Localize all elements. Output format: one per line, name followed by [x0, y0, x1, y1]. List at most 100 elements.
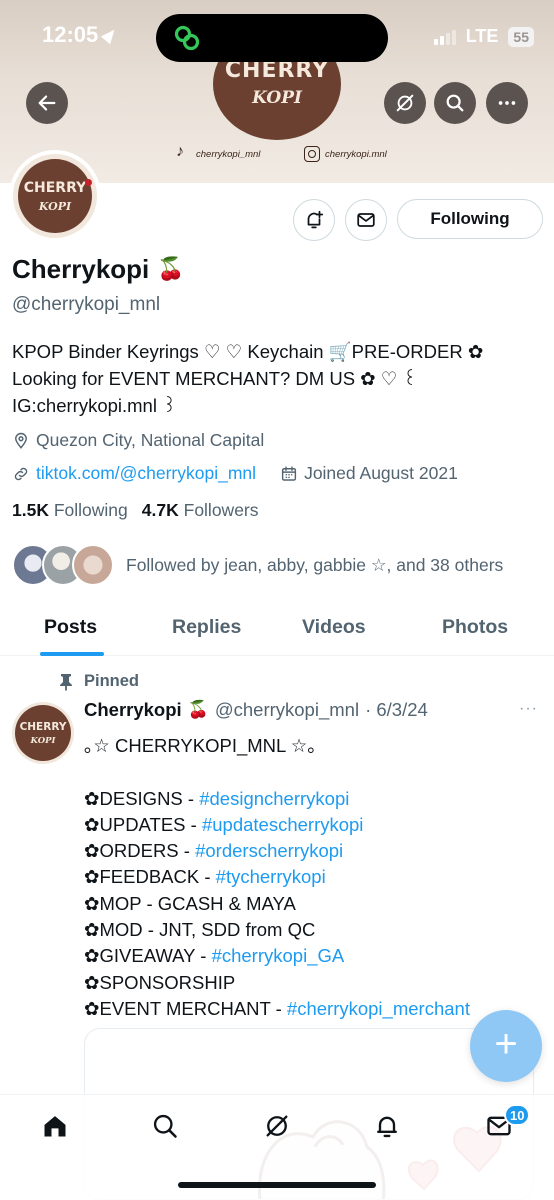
post-line-text: ✿UPDATES -: [84, 813, 202, 835]
post-body[interactable]: ｡☆ CHERRYKOPI_MNL ☆｡ ✿DESIGNS - #designc…: [84, 733, 544, 1022]
post-more-icon[interactable]: ···: [519, 700, 538, 718]
post-line: ✿SPONSORSHIP: [84, 970, 544, 996]
search-icon: [153, 1114, 177, 1138]
more-horizontal-icon: [498, 101, 516, 105]
messages-badge: 10: [504, 1104, 531, 1126]
followers-count: 4.7K: [141, 500, 179, 520]
banner-logo-subtitle: KOPI: [252, 88, 302, 108]
post-author-name[interactable]: Cherrykopi: [84, 699, 182, 721]
followed-by-text[interactable]: Followed by jean, abby, gabbie ☆, and 38…: [126, 555, 503, 576]
hashtag-link[interactable]: #cherrykopi_GA: [212, 945, 345, 966]
profile-meta-row: tiktok.com/@cherrykopi_mnl Joined August…: [12, 463, 458, 484]
battery-level: 55: [508, 26, 534, 47]
back-button[interactable]: [26, 82, 68, 124]
bio-line: Looking for EVENT MERCHANT? DM US ✿ ♡ ꒰: [12, 368, 417, 389]
link-icon: [174, 25, 200, 51]
following-count-link[interactable]: 1.5K Following: [12, 500, 128, 521]
link-icon: [14, 467, 28, 480]
profile-avatar-image: CHERRY KOPI: [13, 154, 97, 238]
home-icon: [44, 1116, 66, 1137]
post-line: ✿DESIGNS - #designcherrykopi: [84, 786, 544, 812]
post-header: Cherrykopi 🍒 @cherrykopi_mnl · 6/3/24: [84, 699, 428, 721]
mutual-followers-avatars[interactable]: [12, 544, 114, 586]
post-avatar-subtitle: KOPI: [30, 736, 56, 746]
followers-label: Followers: [183, 500, 259, 520]
follow-counts: 1.5K Following 4.7K Followers: [12, 500, 259, 521]
calendar-icon: [281, 466, 297, 481]
nav-grok[interactable]: [262, 1111, 292, 1141]
status-indicators: LTE 55: [433, 26, 534, 47]
profile-bio: KPOP Binder Keyrings ♡ ♡ Keychain 🛒PRE-O…: [12, 338, 542, 419]
pinned-indicator: Pinned: [58, 672, 139, 691]
nav-search[interactable]: [150, 1111, 180, 1141]
post-line-text: ✿DESIGNS -: [84, 787, 200, 809]
message-button[interactable]: [345, 199, 387, 241]
website-link[interactable]: tiktok.com/@cherrykopi_mnl: [36, 463, 256, 484]
nav-notifications[interactable]: [372, 1111, 402, 1141]
pinned-label: Pinned: [84, 672, 140, 690]
notifications-icon: [377, 1116, 397, 1138]
plus-icon: +: [494, 1022, 518, 1066]
post-line: ✿EVENT MERCHANT - #cherrykopi_merchant: [84, 996, 544, 1022]
following-count: 1.5K: [12, 500, 49, 520]
bio-line: IG:cherrykopi.mnl ꒱: [12, 395, 177, 416]
hashtag-link[interactable]: #updatescherrykopi: [202, 814, 363, 835]
avatar-cherry-decoration: [85, 179, 92, 186]
signal-icon: [433, 29, 456, 45]
post-line: ✿GIVEAWAY - #cherrykopi_GA: [84, 943, 544, 969]
status-time-text: 12:05: [42, 22, 99, 47]
tiktok-icon: [175, 143, 191, 162]
post-line: ✿MOP - GCASH & MAYA: [84, 891, 544, 917]
hashtag-link[interactable]: #tycherrykopi: [216, 866, 326, 887]
subscribe-notifications-button[interactable]: [293, 199, 335, 241]
search-button[interactable]: [434, 82, 476, 124]
compose-post-button[interactable]: +: [470, 1010, 542, 1082]
profile-location: Quezon City, National Capital: [12, 430, 264, 451]
cherry-emoji: 🍒: [187, 700, 209, 720]
display-name-text: Cherrykopi: [12, 254, 150, 284]
post-line-text: ✿MOD - JNT, SDD from QC: [84, 919, 316, 941]
tab-replies[interactable]: Replies: [172, 616, 241, 639]
tab-posts[interactable]: Posts: [44, 616, 97, 639]
nav-home[interactable]: [40, 1111, 70, 1141]
grok-button[interactable]: [384, 82, 426, 124]
banner-instagram-handle: cherrykopi.mnl: [325, 148, 387, 160]
network-type: LTE: [465, 26, 499, 46]
envelope-icon: [357, 213, 375, 227]
hashtag-link[interactable]: #designcherrykopi: [199, 788, 349, 809]
location-pin-icon: [15, 432, 27, 449]
post-author-handle[interactable]: @cherrykopi_mnl: [215, 699, 359, 721]
bell-plus-icon: [307, 210, 324, 229]
tab-photos[interactable]: Photos: [442, 616, 508, 639]
cherry-emoji: 🍒: [157, 257, 185, 282]
post-avatar-title: CHERRY: [19, 721, 67, 733]
hashtag-link[interactable]: #cherrykopi_merchant: [287, 998, 470, 1019]
post-line: ✿UPDATES - #updatescherrykopi: [84, 812, 544, 838]
display-name: Cherrykopi 🍒: [12, 254, 185, 285]
tab-videos[interactable]: Videos: [302, 616, 366, 639]
bio-line: KPOP Binder Keyrings ♡ ♡ Keychain 🛒PRE-O…: [12, 341, 484, 362]
post-author-avatar[interactable]: CHERRY KOPI: [12, 702, 74, 764]
profile-avatar[interactable]: CHERRY KOPI: [9, 150, 101, 242]
home-indicator[interactable]: [178, 1182, 376, 1188]
joined-date: Joined August 2021: [304, 463, 458, 483]
post-date[interactable]: · 6/3/24: [365, 699, 428, 721]
post-line-text: ✿SPONSORSHIP: [84, 971, 236, 993]
grok-icon: [266, 1115, 288, 1137]
post-avatar-logo: CHERRY KOPI: [15, 705, 71, 761]
hashtag-link[interactable]: #orderscherrykopi: [195, 840, 343, 861]
more-options-button[interactable]: [486, 82, 528, 124]
status-time: 12:05: [42, 22, 120, 48]
post-line-text: ✿EVENT MERCHANT -: [84, 997, 287, 1019]
followers-count-link[interactable]: 4.7K Followers: [142, 500, 259, 521]
avatar: [72, 544, 114, 586]
post-headline: ｡☆ CHERRYKOPI_MNL ☆｡: [84, 735, 317, 756]
profile-tabs: Posts Replies Videos Photos: [0, 604, 554, 656]
banner-tiktok: cherrykopi_mnl: [175, 143, 260, 162]
following-label: Following: [53, 500, 128, 520]
following-button[interactable]: Following: [397, 199, 543, 239]
search-icon: [446, 94, 464, 112]
avatar-logo-title: CHERRY: [23, 180, 87, 196]
location-text: Quezon City, National Capital: [36, 430, 265, 450]
